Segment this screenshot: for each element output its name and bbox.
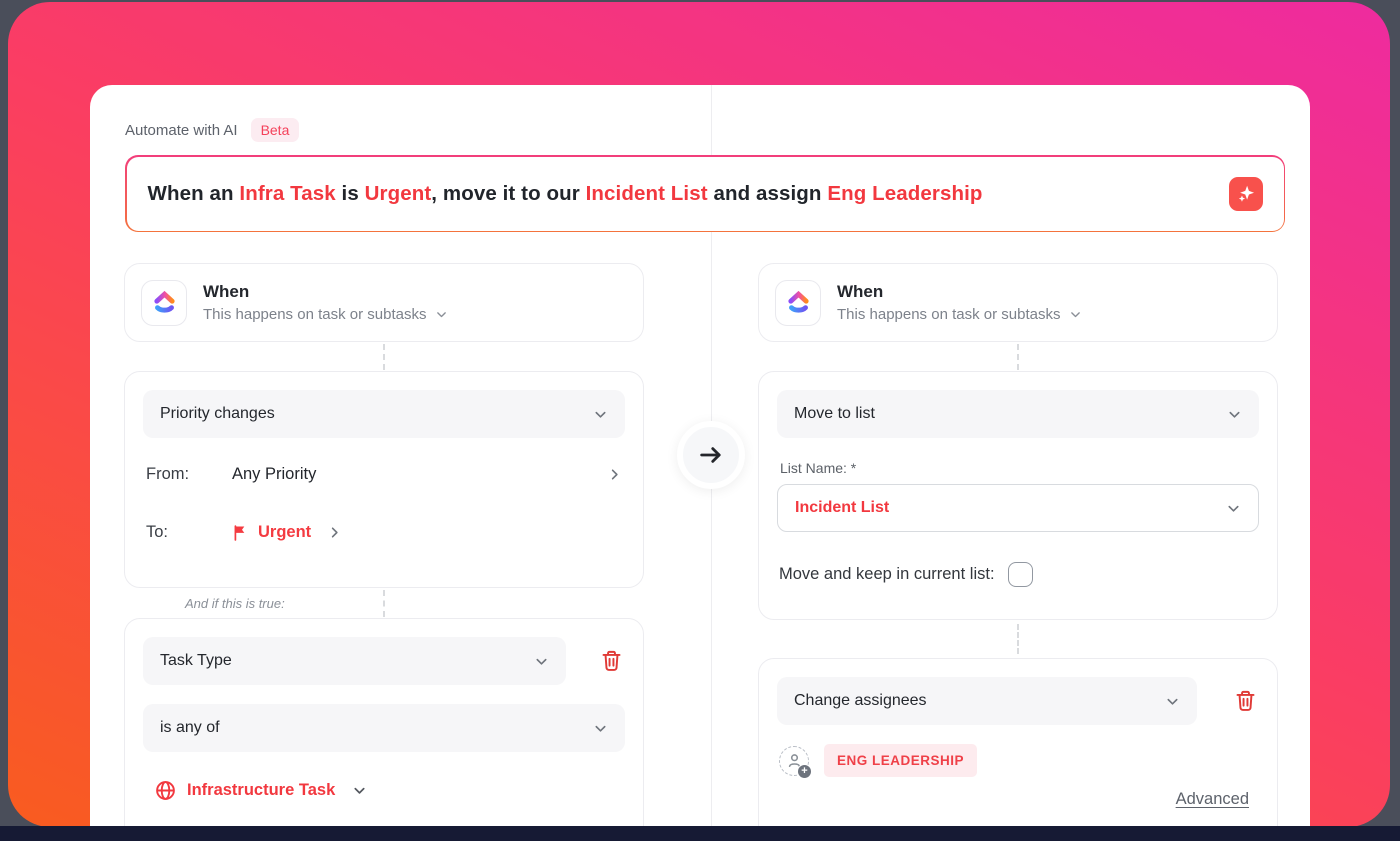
list-select-value: Incident List <box>795 499 890 516</box>
add-assignee-button[interactable]: + <box>779 745 812 779</box>
action-select[interactable]: Move to list <box>777 390 1259 438</box>
sparkles-icon <box>1235 183 1257 205</box>
assignee-action-select[interactable]: Change assignees <box>777 677 1197 725</box>
prompt-segment: and assign <box>707 181 828 205</box>
generate-automation-button[interactable] <box>1228 176 1263 211</box>
clickup-logo-tile <box>775 279 821 326</box>
keep-in-list-label: Move and keep in current list: <box>779 565 995 583</box>
chevron-down-icon <box>593 721 608 736</box>
condition-field-select[interactable]: Task Type <box>143 637 566 685</box>
condition-operator-select[interactable]: is any of <box>143 704 625 752</box>
delete-condition-button[interactable] <box>600 649 623 673</box>
condition-card: Task Type is any of Infrastructure Task <box>124 618 644 827</box>
urgent-flag-icon <box>232 524 249 541</box>
ai-prompt-input[interactable]: When an Infra Task is Urgent, move it to… <box>126 156 1284 231</box>
trash-icon <box>1234 689 1257 713</box>
prompt-segment: , move it to our <box>431 181 586 205</box>
chevron-down-icon <box>1165 694 1180 709</box>
ai-prompt-box: When an Infra Task is Urgent, move it to… <box>125 155 1285 232</box>
move-to-list-card: Move to list List Name: * Incident List … <box>758 371 1278 620</box>
trigger-card: Priority changes From: Any Priority To: <box>124 371 644 588</box>
priority-from-row[interactable]: From: Any Priority <box>143 465 625 484</box>
prompt-highlight: Incident List <box>585 181 708 205</box>
delete-action-button[interactable] <box>1234 689 1257 713</box>
prompt-segment: When an <box>147 181 240 205</box>
automation-modal: Automate with AI Beta When an Infra Task… <box>90 85 1310 827</box>
chevron-right-icon <box>327 525 342 540</box>
assignee-row: + ENG LEADERSHIP <box>777 744 1259 779</box>
ai-prompt-text: When an Infra Task is Urgent, move it to… <box>148 182 983 206</box>
when-scope-dropdown[interactable]: This happens on task or subtasks <box>837 306 1082 323</box>
modal-header: Automate with AI Beta <box>125 118 300 142</box>
connector-dashed-line <box>1017 624 1019 654</box>
bottom-dark-edge <box>0 826 1400 841</box>
trigger-to-action-arrow <box>677 421 745 489</box>
when-scope-label: This happens on task or subtasks <box>203 306 427 323</box>
list-select[interactable]: Incident List <box>777 484 1259 532</box>
priority-to-row[interactable]: To: Urgent <box>143 523 625 542</box>
prompt-highlight: Infra Task <box>239 181 336 205</box>
assignee-action-value: Change assignees <box>794 692 927 709</box>
chevron-down-icon <box>1226 501 1241 516</box>
when-scope-dropdown[interactable]: This happens on task or subtasks <box>203 306 448 323</box>
chevron-down-icon <box>1069 308 1082 321</box>
action-select-value: Move to list <box>794 405 875 422</box>
assignee-badge[interactable]: ENG LEADERSHIP <box>824 744 978 777</box>
chevron-down-icon <box>435 308 448 321</box>
from-label: From: <box>146 465 190 483</box>
clickup-logo-icon <box>151 289 178 316</box>
list-name-label: List Name: * <box>780 460 857 476</box>
prompt-highlight: Urgent <box>364 181 432 205</box>
condition-value-dropdown[interactable]: Infrastructure Task <box>143 780 625 801</box>
chevron-down-icon <box>534 654 549 669</box>
clickup-logo-tile <box>141 279 187 326</box>
prompt-segment: is <box>335 181 365 205</box>
trigger-select[interactable]: Priority changes <box>143 390 625 438</box>
keep-in-list-checkbox[interactable] <box>1007 562 1033 587</box>
change-assignees-card: Change assignees + ENG LEADERSHIP Advanc… <box>758 658 1278 827</box>
condition-note: And if this is true: <box>185 596 285 611</box>
connector-dashed-line <box>383 344 385 370</box>
chevron-down-icon <box>352 783 367 798</box>
to-label: To: <box>146 523 169 541</box>
trash-icon <box>600 649 623 673</box>
condition-operator-value: is any of <box>160 719 220 736</box>
trigger-select-value: Priority changes <box>160 405 275 422</box>
chevron-down-icon <box>1227 407 1242 422</box>
connector-dashed-line <box>1017 344 1019 370</box>
clickup-logo-icon <box>785 289 812 316</box>
prompt-highlight: Eng Leadership <box>827 181 983 205</box>
when-card-title: When <box>203 282 250 301</box>
when-card-title: When <box>837 282 884 301</box>
advanced-link[interactable]: Advanced <box>1176 790 1249 809</box>
left-when-card: When This happens on task or subtasks <box>124 263 644 342</box>
to-value: Urgent <box>258 523 312 541</box>
chevron-down-icon <box>593 407 608 422</box>
beta-badge: Beta <box>250 118 300 142</box>
when-scope-label: This happens on task or subtasks <box>837 306 1061 323</box>
globe-icon <box>155 780 176 801</box>
plus-icon: + <box>797 763 812 779</box>
right-when-card: When This happens on task or subtasks <box>758 263 1278 342</box>
chevron-right-icon <box>607 467 622 482</box>
arrow-right-icon <box>697 441 725 469</box>
condition-field-value: Task Type <box>160 652 232 669</box>
keep-in-list-row: Move and keep in current list: <box>777 562 1259 587</box>
connector-dashed-line <box>383 590 385 617</box>
from-value: Any Priority <box>232 465 317 483</box>
condition-value-label: Infrastructure Task <box>187 781 336 799</box>
page-title: Automate with AI <box>125 121 238 139</box>
